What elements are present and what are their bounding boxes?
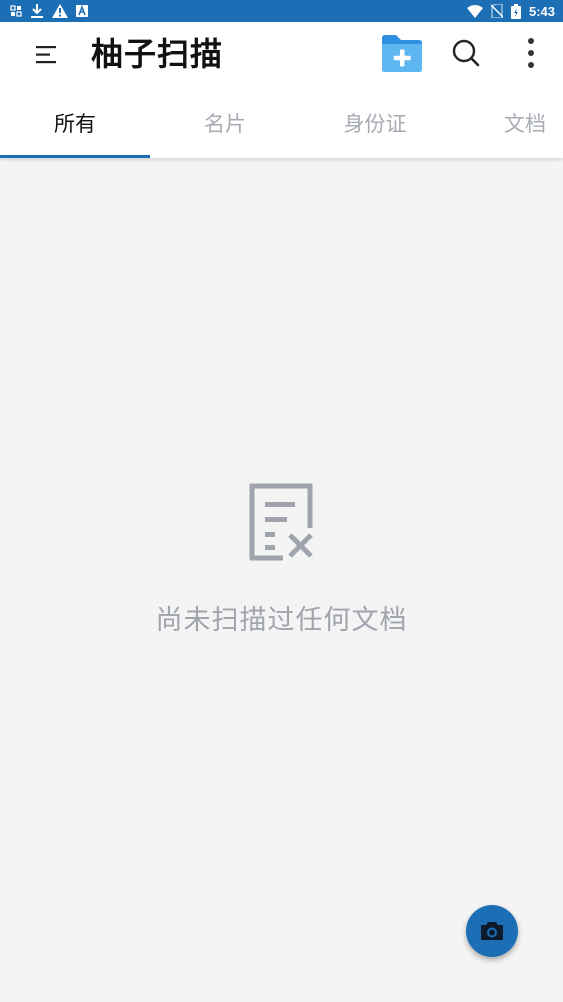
a-icon <box>76 5 88 17</box>
status-time: 5:43 <box>528 3 555 19</box>
status-bar: 5:43 <box>0 0 563 22</box>
more-vert-icon <box>528 38 534 68</box>
new-folder-button[interactable] <box>380 34 424 74</box>
wifi-icon <box>466 4 483 18</box>
tab-documents[interactable]: 文档 <box>450 88 563 158</box>
app-bar: 柚子扫描 <box>0 22 563 88</box>
search-icon <box>452 39 480 67</box>
camera-fab-button[interactable] <box>466 905 518 957</box>
new-folder-icon <box>382 35 422 72</box>
tab-indicator <box>0 155 150 158</box>
menu-icon <box>36 46 56 64</box>
menu-button[interactable] <box>34 42 60 68</box>
tab-all[interactable]: 所有 <box>0 88 150 158</box>
document-x-icon <box>247 482 315 562</box>
warning-icon <box>52 4 68 18</box>
search-button[interactable] <box>451 38 481 68</box>
more-options-button[interactable] <box>521 36 541 70</box>
no-sim-icon <box>490 4 503 18</box>
tab-bar: 所有 名片 身份证 文档 <box>0 88 563 158</box>
battery-icon <box>510 3 521 19</box>
status-left-icons <box>10 3 88 19</box>
tab-id-card[interactable]: 身份证 <box>300 88 450 158</box>
app-title: 柚子扫描 <box>91 35 224 73</box>
empty-state-message: 尚未扫描过任何文档 <box>155 605 408 636</box>
download-icon <box>31 4 43 18</box>
status-right-icons: 5:43 <box>466 3 555 19</box>
tab-business-card[interactable]: 名片 <box>150 88 300 158</box>
sim-notification-icon <box>10 5 22 17</box>
camera-icon <box>481 922 503 940</box>
